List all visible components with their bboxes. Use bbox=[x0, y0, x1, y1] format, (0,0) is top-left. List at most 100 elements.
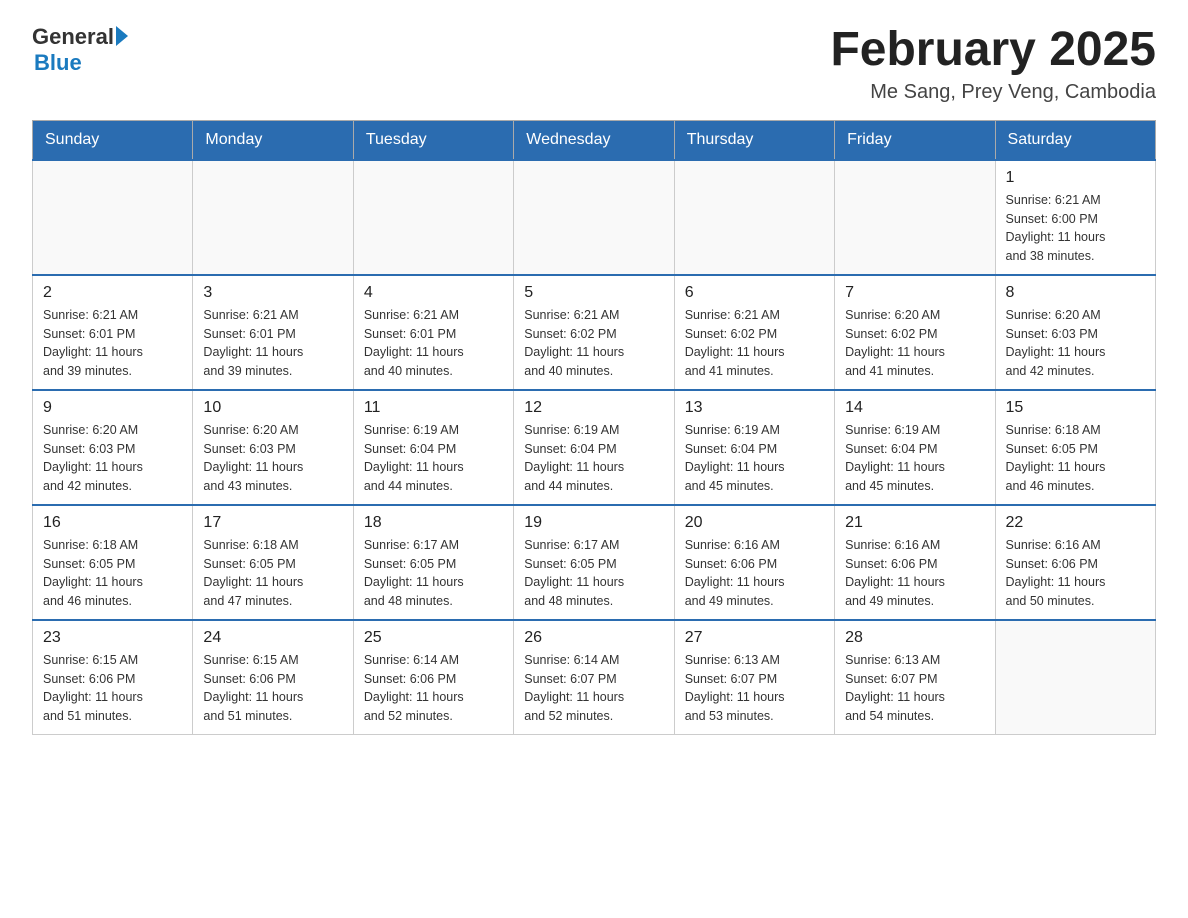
calendar-empty-cell bbox=[674, 160, 834, 275]
day-info: Sunrise: 6:21 AMSunset: 6:01 PMDaylight:… bbox=[203, 306, 342, 381]
day-info: Sunrise: 6:17 AMSunset: 6:05 PMDaylight:… bbox=[364, 536, 503, 611]
calendar-day-19: 19 Sunrise: 6:17 AMSunset: 6:05 PMDayligh… bbox=[514, 505, 674, 620]
day-info: Sunrise: 6:16 AMSunset: 6:06 PMDaylight:… bbox=[685, 536, 824, 611]
calendar-day-25: 25 Sunrise: 6:14 AMSunset: 6:06 PMDayligh… bbox=[353, 620, 513, 735]
calendar-day-18: 18 Sunrise: 6:17 AMSunset: 6:05 PMDayligh… bbox=[353, 505, 513, 620]
day-info: Sunrise: 6:13 AMSunset: 6:07 PMDaylight:… bbox=[685, 651, 824, 726]
day-number: 21 bbox=[845, 514, 984, 532]
day-info: Sunrise: 6:16 AMSunset: 6:06 PMDaylight:… bbox=[845, 536, 984, 611]
logo-general-text: General bbox=[32, 24, 114, 50]
day-info: Sunrise: 6:15 AMSunset: 6:06 PMDaylight:… bbox=[43, 651, 182, 726]
day-number: 4 bbox=[364, 284, 503, 302]
weekday-header-friday: Friday bbox=[835, 120, 995, 160]
day-info: Sunrise: 6:19 AMSunset: 6:04 PMDaylight:… bbox=[524, 421, 663, 496]
day-number: 1 bbox=[1006, 169, 1145, 187]
calendar-day-6: 6 Sunrise: 6:21 AMSunset: 6:02 PMDaylight… bbox=[674, 275, 834, 390]
day-number: 6 bbox=[685, 284, 824, 302]
day-number: 19 bbox=[524, 514, 663, 532]
day-number: 12 bbox=[524, 399, 663, 417]
day-info: Sunrise: 6:21 AMSunset: 6:01 PMDaylight:… bbox=[43, 306, 182, 381]
calendar-empty-cell bbox=[193, 160, 353, 275]
day-number: 27 bbox=[685, 629, 824, 647]
calendar-day-23: 23 Sunrise: 6:15 AMSunset: 6:06 PMDayligh… bbox=[33, 620, 193, 735]
day-number: 18 bbox=[364, 514, 503, 532]
weekday-header-saturday: Saturday bbox=[995, 120, 1155, 160]
weekday-header-thursday: Thursday bbox=[674, 120, 834, 160]
day-number: 26 bbox=[524, 629, 663, 647]
calendar-day-8: 8 Sunrise: 6:20 AMSunset: 6:03 PMDaylight… bbox=[995, 275, 1155, 390]
day-number: 23 bbox=[43, 629, 182, 647]
weekday-header-wednesday: Wednesday bbox=[514, 120, 674, 160]
page-title: February 2025 bbox=[830, 24, 1156, 77]
day-number: 11 bbox=[364, 399, 503, 417]
day-info: Sunrise: 6:15 AMSunset: 6:06 PMDaylight:… bbox=[203, 651, 342, 726]
page-subtitle: Me Sang, Prey Veng, Cambodia bbox=[830, 81, 1156, 104]
day-info: Sunrise: 6:18 AMSunset: 6:05 PMDaylight:… bbox=[203, 536, 342, 611]
day-number: 22 bbox=[1006, 514, 1145, 532]
day-number: 8 bbox=[1006, 284, 1145, 302]
calendar-day-2: 2 Sunrise: 6:21 AMSunset: 6:01 PMDaylight… bbox=[33, 275, 193, 390]
day-info: Sunrise: 6:14 AMSunset: 6:07 PMDaylight:… bbox=[524, 651, 663, 726]
day-number: 16 bbox=[43, 514, 182, 532]
calendar-day-7: 7Sunrise: 6:20 AMSunset: 6:02 PMDaylight… bbox=[835, 275, 995, 390]
calendar-day-26: 26 Sunrise: 6:14 AMSunset: 6:07 PMDayligh… bbox=[514, 620, 674, 735]
day-info: Sunrise: 6:17 AMSunset: 6:05 PMDaylight:… bbox=[524, 536, 663, 611]
day-info: Sunrise: 6:20 AMSunset: 6:03 PMDaylight:… bbox=[1006, 306, 1145, 381]
day-number: 10 bbox=[203, 399, 342, 417]
calendar-day-15: 15 Sunrise: 6:18 AMSunset: 6:05 PMDayligh… bbox=[995, 390, 1155, 505]
calendar-day-12: 12 Sunrise: 6:19 AMSunset: 6:04 PMDayligh… bbox=[514, 390, 674, 505]
day-number: 15 bbox=[1006, 399, 1145, 417]
calendar-day-16: 16 Sunrise: 6:18 AMSunset: 6:05 PMDayligh… bbox=[33, 505, 193, 620]
day-info: Sunrise: 6:19 AMSunset: 6:04 PMDaylight:… bbox=[845, 421, 984, 496]
day-info: Sunrise: 6:21 AMSunset: 6:02 PMDaylight:… bbox=[685, 306, 824, 381]
calendar-header-row: SundayMondayTuesdayWednesdayThursdayFrid… bbox=[33, 120, 1156, 160]
page-header: General Blue February 2025 Me Sang, Prey… bbox=[32, 24, 1156, 104]
calendar-day-17: 17 Sunrise: 6:18 AMSunset: 6:05 PMDayligh… bbox=[193, 505, 353, 620]
day-number: 25 bbox=[364, 629, 503, 647]
calendar-day-20: 20 Sunrise: 6:16 AMSunset: 6:06 PMDayligh… bbox=[674, 505, 834, 620]
day-info: Sunrise: 6:18 AMSunset: 6:05 PMDaylight:… bbox=[43, 536, 182, 611]
day-number: 9 bbox=[43, 399, 182, 417]
day-number: 5 bbox=[524, 284, 663, 302]
day-number: 3 bbox=[203, 284, 342, 302]
logo: General Blue bbox=[32, 24, 128, 76]
day-info: Sunrise: 6:13 AMSunset: 6:07 PMDaylight:… bbox=[845, 651, 984, 726]
day-info: Sunrise: 6:20 AMSunset: 6:03 PMDaylight:… bbox=[43, 421, 182, 496]
weekday-header-monday: Monday bbox=[193, 120, 353, 160]
day-info: Sunrise: 6:19 AMSunset: 6:04 PMDaylight:… bbox=[685, 421, 824, 496]
day-number: 14 bbox=[845, 399, 984, 417]
day-number: 7 bbox=[845, 284, 984, 302]
calendar-day-27: 27 Sunrise: 6:13 AMSunset: 6:07 PMDayligh… bbox=[674, 620, 834, 735]
calendar-day-4: 4Sunrise: 6:21 AMSunset: 6:01 PMDaylight… bbox=[353, 275, 513, 390]
logo-blue-text: Blue bbox=[34, 50, 82, 75]
day-number: 13 bbox=[685, 399, 824, 417]
calendar-empty-cell bbox=[33, 160, 193, 275]
weekday-header-tuesday: Tuesday bbox=[353, 120, 513, 160]
day-info: Sunrise: 6:16 AMSunset: 6:06 PMDaylight:… bbox=[1006, 536, 1145, 611]
day-number: 20 bbox=[685, 514, 824, 532]
calendar-week-row: 16 Sunrise: 6:18 AMSunset: 6:05 PMDayligh… bbox=[33, 505, 1156, 620]
calendar-day-22: 22 Sunrise: 6:16 AMSunset: 6:06 PMDayligh… bbox=[995, 505, 1155, 620]
day-info: Sunrise: 6:18 AMSunset: 6:05 PMDaylight:… bbox=[1006, 421, 1145, 496]
calendar-day-10: 10 Sunrise: 6:20 AMSunset: 6:03 PMDayligh… bbox=[193, 390, 353, 505]
day-number: 28 bbox=[845, 629, 984, 647]
day-number: 2 bbox=[43, 284, 182, 302]
calendar-day-1: 1Sunrise: 6:21 AMSunset: 6:00 PMDaylight… bbox=[995, 160, 1155, 275]
logo-arrow-icon bbox=[116, 26, 128, 46]
day-info: Sunrise: 6:20 AMSunset: 6:03 PMDaylight:… bbox=[203, 421, 342, 496]
calendar-day-5: 5 Sunrise: 6:21 AMSunset: 6:02 PMDaylight… bbox=[514, 275, 674, 390]
calendar-day-21: 21 Sunrise: 6:16 AMSunset: 6:06 PMDayligh… bbox=[835, 505, 995, 620]
calendar-day-13: 13 Sunrise: 6:19 AMSunset: 6:04 PMDayligh… bbox=[674, 390, 834, 505]
weekday-header-sunday: Sunday bbox=[33, 120, 193, 160]
calendar-day-9: 9 Sunrise: 6:20 AMSunset: 6:03 PMDaylight… bbox=[33, 390, 193, 505]
day-number: 24 bbox=[203, 629, 342, 647]
day-info: Sunrise: 6:14 AMSunset: 6:06 PMDaylight:… bbox=[364, 651, 503, 726]
calendar-day-3: 3 Sunrise: 6:21 AMSunset: 6:01 PMDaylight… bbox=[193, 275, 353, 390]
calendar-week-row: 1Sunrise: 6:21 AMSunset: 6:00 PMDaylight… bbox=[33, 160, 1156, 275]
title-section: February 2025 Me Sang, Prey Veng, Cambod… bbox=[830, 24, 1156, 104]
calendar-empty-cell bbox=[835, 160, 995, 275]
calendar-week-row: 9 Sunrise: 6:20 AMSunset: 6:03 PMDaylight… bbox=[33, 390, 1156, 505]
day-info: Sunrise: 6:21 AMSunset: 6:02 PMDaylight:… bbox=[524, 306, 663, 381]
day-number: 17 bbox=[203, 514, 342, 532]
calendar-day-24: 24 Sunrise: 6:15 AMSunset: 6:06 PMDayligh… bbox=[193, 620, 353, 735]
